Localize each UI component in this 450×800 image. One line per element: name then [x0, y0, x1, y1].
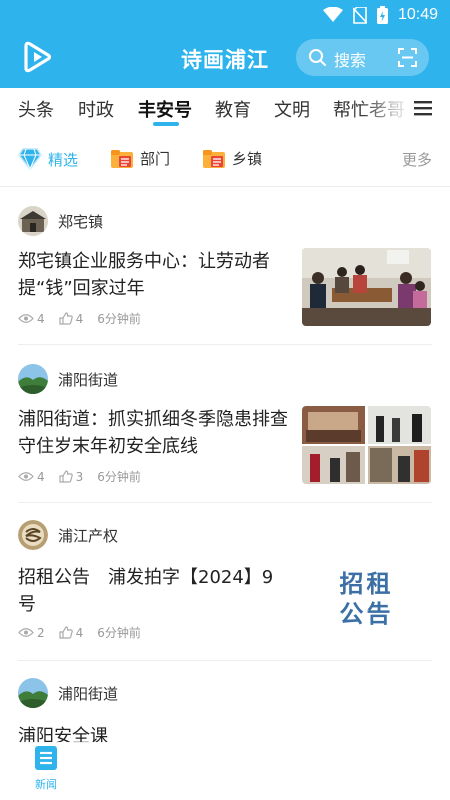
- avatar: [18, 206, 48, 236]
- app-logo-icon[interactable]: [20, 40, 54, 74]
- search-bar[interactable]: 搜索: [296, 39, 429, 76]
- view-count: 2: [37, 625, 45, 640]
- tab-politics[interactable]: 时政: [78, 96, 114, 122]
- subnav-towns[interactable]: 乡镇: [202, 148, 262, 169]
- tab-fade: [360, 88, 410, 128]
- status-time: 10:49: [397, 6, 438, 23]
- source-name: 浦江产权: [58, 526, 119, 545]
- section-divider: [0, 186, 450, 187]
- battery-charging-icon: [376, 6, 388, 24]
- card-divider: [18, 502, 432, 503]
- source-name: 浦阳街道: [58, 370, 119, 389]
- article-card[interactable]: 浦江产权 招租公告 浦发拍字【2024】9号 2 4 6分钟前 招租 公告: [0, 520, 450, 660]
- source-name: 浦阳街道: [58, 684, 119, 703]
- card-divider: [18, 660, 432, 661]
- subnav-departments-label: 部门: [140, 150, 171, 168]
- article-source[interactable]: 浦江产权: [18, 520, 118, 550]
- subnav-featured-label: 精选: [48, 150, 79, 169]
- tab-headlines[interactable]: 头条: [18, 96, 54, 122]
- eye-icon: [18, 314, 34, 323]
- thumbs-up-icon: [59, 626, 73, 639]
- article-card[interactable]: 浦阳街道 浦阳街道：抓实抓细冬季隐患排查 守住岁末年初安全底线 4 3 6分钟前: [0, 364, 450, 504]
- more-link[interactable]: 更多: [402, 149, 432, 170]
- article-card[interactable]: 郑宅镇 郑宅镇企业服务中心：让劳动者提“钱”回家过年 4 4 6分钟前: [0, 206, 450, 346]
- avatar: [18, 678, 48, 708]
- source-name: 郑宅镇: [58, 212, 104, 231]
- thumbs-up-icon: [59, 470, 73, 483]
- avatar: [18, 520, 48, 550]
- folder-list-icon: [203, 149, 225, 168]
- article-source[interactable]: 浦阳街道: [18, 364, 118, 394]
- article-source[interactable]: 浦阳街道: [18, 678, 118, 708]
- wifi-icon: [322, 7, 343, 22]
- view-count: 4: [37, 469, 45, 484]
- nav-news[interactable]: 新闻: [28, 746, 64, 792]
- subnav-departments[interactable]: 部门: [110, 148, 170, 169]
- view-count: 4: [37, 311, 45, 326]
- folder-list-icon: [111, 149, 133, 168]
- tab-education[interactable]: 教育: [215, 96, 251, 122]
- publish-time: 6分钟前: [97, 470, 141, 484]
- status-bar: 10:49: [0, 0, 450, 30]
- diamond-icon: [18, 148, 42, 170]
- subnav-towns-label: 乡镇: [232, 150, 263, 168]
- article-meta: 4 4 6分钟前: [18, 310, 141, 327]
- article-meta: 2 4 6分钟前: [18, 624, 141, 641]
- article-title[interactable]: 浦阳街道：抓实抓细冬季隐患排查 守住岁末年初安全底线: [18, 406, 288, 460]
- nav-news-label: 新闻: [35, 778, 57, 791]
- article-thumbnail[interactable]: [302, 406, 431, 484]
- scan-icon[interactable]: [398, 48, 417, 67]
- menu-icon[interactable]: [414, 100, 432, 116]
- article-title[interactable]: 招租公告 浦发拍字【2024】9号: [18, 564, 288, 618]
- subnav-featured[interactable]: 精选: [18, 148, 78, 170]
- no-sim-icon: [352, 6, 367, 24]
- bottom-navigation: 新闻: [0, 742, 450, 800]
- like-count: 4: [75, 625, 84, 640]
- search-icon: [309, 49, 326, 66]
- sub-navigation: 精选 部门 乡镇 更多: [0, 140, 450, 180]
- thumbnail-text-line1: 招租: [339, 569, 394, 598]
- article-thumbnail[interactable]: 招租 公告: [302, 560, 431, 638]
- card-divider: [18, 344, 432, 345]
- publish-time: 6分钟前: [97, 312, 141, 326]
- tab-civilization[interactable]: 文明: [274, 96, 310, 122]
- thumbnail-text-line2: 公告: [339, 599, 394, 628]
- publish-time: 6分钟前: [97, 626, 141, 640]
- avatar: [18, 364, 48, 394]
- thumbs-up-icon: [59, 312, 73, 325]
- eye-icon: [18, 472, 34, 481]
- article-thumbnail[interactable]: [302, 248, 431, 326]
- article-source[interactable]: 郑宅镇: [18, 206, 103, 236]
- article-title[interactable]: 郑宅镇企业服务中心：让劳动者提“钱”回家过年: [18, 248, 288, 302]
- news-icon: [35, 746, 57, 770]
- like-count: 4: [75, 311, 84, 326]
- eye-icon: [18, 628, 34, 637]
- search-label: 搜索: [334, 51, 367, 70]
- app-header: 10:49 诗画浦江 搜索: [0, 0, 450, 88]
- article-meta: 4 3 6分钟前: [18, 468, 141, 485]
- like-count: 3: [75, 469, 84, 484]
- active-tab-indicator: [153, 122, 179, 126]
- tab-fengan[interactable]: 丰安号: [138, 96, 192, 122]
